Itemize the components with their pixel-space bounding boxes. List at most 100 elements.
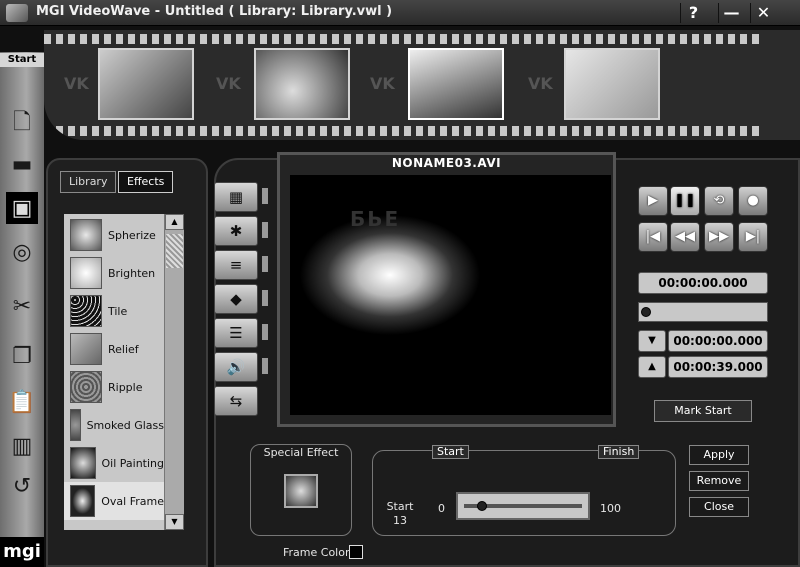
tool-indicator	[262, 324, 268, 340]
mark-in-button[interactable]: ▼	[638, 330, 666, 352]
mgi-logo: mgi	[0, 537, 44, 567]
effect-label: Smoked Glass	[86, 418, 164, 432]
go-to-end-button[interactable]: ▶|	[738, 222, 768, 252]
transition-icon[interactable]: ✱	[214, 216, 258, 246]
help-button[interactable]: ?	[680, 3, 706, 23]
relief-thumbnail-icon	[70, 333, 102, 365]
effect-label: Ripple	[108, 380, 143, 394]
range-max-label: 100	[600, 502, 621, 515]
empty-slot-mark: VK	[64, 74, 89, 93]
tool-indicator	[262, 358, 268, 374]
storyline-clip-1[interactable]	[98, 48, 194, 120]
save-icon[interactable]: ▣	[6, 192, 38, 224]
effect-relief[interactable]: Relief	[64, 330, 164, 368]
fast-forward-button[interactable]: ▶▶	[704, 222, 734, 252]
range-min-label: 0	[438, 502, 445, 515]
export-icon[interactable]: ⇆	[214, 386, 258, 416]
film-icon[interactable]: ▦	[214, 182, 258, 212]
start-time-display: 00:00:00.000	[668, 330, 768, 352]
loop-button[interactable]: ⟲	[704, 186, 734, 216]
effect-tile[interactable]: Tile	[64, 292, 164, 330]
scrollbar-thumb[interactable]	[166, 234, 183, 268]
tool-indicator	[262, 290, 268, 306]
effect-ripple[interactable]: Ripple	[64, 368, 164, 406]
effect-oval-frame-selected[interactable]: Oval Frame	[64, 482, 164, 520]
mark-out-button[interactable]: ▲	[638, 356, 666, 378]
effect-label: Spherize	[108, 228, 156, 242]
effect-spherize[interactable]: Spherize	[64, 216, 164, 254]
effect-brighten[interactable]: Brighten	[64, 254, 164, 292]
video-text-icon[interactable]: ☰	[214, 318, 258, 348]
brighten-thumbnail-icon	[70, 257, 102, 289]
record-button[interactable]: ●	[738, 186, 768, 216]
document-icon[interactable]: 🗋	[6, 108, 38, 140]
effect-label: Brighten	[108, 266, 156, 280]
effect-label: Tile	[108, 304, 128, 318]
empty-slot-mark: VK	[528, 74, 553, 93]
mark-start-button[interactable]: Mark Start	[654, 400, 752, 422]
current-time-display: 00:00:00.000	[638, 272, 768, 294]
go-to-start-button[interactable]: |◀	[638, 222, 668, 252]
storyline-clip-3-selected[interactable]	[408, 48, 504, 120]
effect-strength-slider[interactable]	[456, 492, 590, 520]
effect-list-scrollbar[interactable]: ▲ ▼	[164, 214, 184, 530]
oval-frame-thumbnail-icon	[70, 485, 96, 517]
storyline-clip-2[interactable]	[254, 48, 350, 120]
end-time-display: 00:00:39.000	[668, 356, 768, 378]
video-preview: БЬЕ	[290, 175, 611, 415]
storyline-filmstrip: VK VK VK VK	[44, 30, 800, 140]
close-window-button[interactable]: ✕	[750, 3, 776, 23]
tab-effects[interactable]: Effects	[118, 171, 174, 193]
empty-slot-mark: VK	[370, 74, 395, 93]
range-start-label: Start	[386, 500, 414, 513]
window-title: MGI VideoWave - Untitled ( Library: Libr…	[36, 4, 393, 19]
position-slider[interactable]	[638, 302, 768, 322]
scissors-icon[interactable]: ✂	[6, 290, 38, 322]
effect-label: Relief	[108, 342, 139, 356]
start-button[interactable]: Start	[432, 445, 469, 459]
remove-button[interactable]: Remove	[689, 471, 749, 491]
position-slider-knob[interactable]	[641, 307, 651, 317]
rewind-button[interactable]: ◀◀	[670, 222, 700, 252]
frame-color-swatch[interactable]	[349, 545, 363, 559]
tool-indicator	[262, 256, 268, 272]
text-icon[interactable]: ≡	[214, 250, 258, 280]
effect-oil-painting[interactable]: Oil Painting	[64, 444, 164, 482]
app-icon	[6, 4, 28, 22]
play-button[interactable]: ▶	[638, 186, 668, 216]
copy-icon[interactable]: ❐	[6, 340, 38, 372]
oil-painting-thumbnail-icon	[70, 447, 96, 479]
finish-button[interactable]: Finish	[598, 445, 640, 459]
film-perforation-bottom	[44, 126, 764, 136]
apply-button[interactable]: Apply	[689, 445, 749, 465]
frame-color-label: Frame Color:	[283, 546, 354, 559]
effect-label: Oval Frame	[101, 494, 164, 508]
tool-indicator	[262, 222, 268, 238]
pause-button[interactable]: ❚❚	[670, 186, 700, 216]
film-reel-icon[interactable]: ◎	[6, 236, 38, 268]
scroll-down-icon[interactable]: ▼	[165, 514, 184, 530]
spherize-thumbnail-icon	[70, 219, 102, 251]
range-start-value: 13	[393, 514, 407, 527]
scroll-up-icon[interactable]: ▲	[165, 214, 184, 230]
empty-slot-mark: VK	[216, 74, 241, 93]
tool-indicator	[262, 188, 268, 204]
clipboard-icon[interactable]: 📋	[6, 386, 38, 418]
folder-icon[interactable]: ▬	[6, 148, 38, 180]
video-frame-text: БЬЕ	[350, 207, 401, 231]
close-button[interactable]: Close	[689, 497, 749, 517]
storyline-clip-4[interactable]	[564, 48, 660, 120]
tile-thumbnail-icon	[70, 295, 102, 327]
audio-icon[interactable]: 🔊	[214, 352, 258, 382]
start-label: Start	[0, 53, 44, 67]
effect-strength-slider-knob[interactable]	[477, 501, 488, 511]
undo-icon[interactable]: ↺	[6, 470, 38, 502]
effect-smoked-glass[interactable]: Smoked Glass	[64, 406, 164, 444]
camera-icon[interactable]: ▥	[6, 430, 38, 462]
film-perforation-top	[44, 34, 764, 44]
minimize-button[interactable]: —	[718, 3, 744, 23]
effect-label: Oil Painting	[101, 456, 165, 470]
effects-icon[interactable]: ◆	[214, 284, 258, 314]
tab-library[interactable]: Library	[60, 171, 117, 193]
special-effect-label: Special Effect	[263, 446, 339, 459]
